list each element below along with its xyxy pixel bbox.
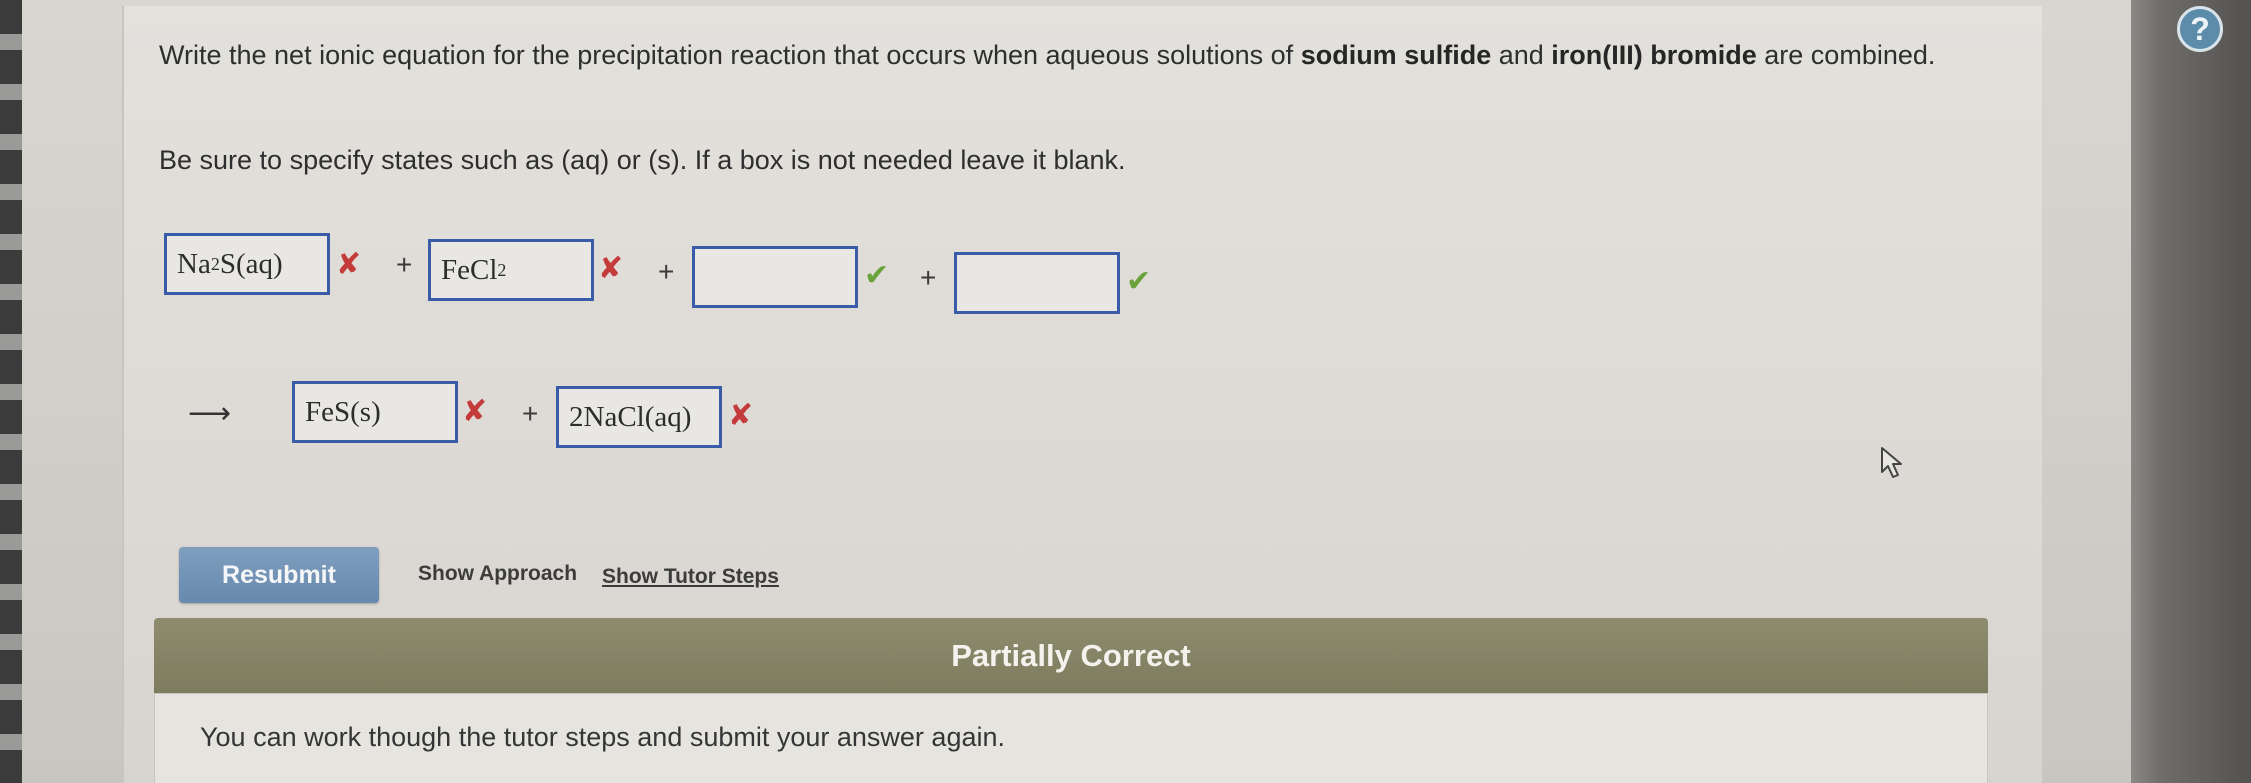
show-tutor-steps-link[interactable]: Show Tutor Steps	[602, 565, 779, 589]
reactant-1: sodium sulfide	[1300, 40, 1492, 70]
answer-box-reactant-2[interactable]: FeCl 2	[428, 239, 594, 301]
box2-main: FeCl	[441, 253, 498, 286]
feedback-panel: You can work though the tutor steps and …	[154, 693, 1988, 783]
question-text-pre: Write the net ionic equation for the pre…	[159, 40, 1301, 70]
question-text-mid: and	[1491, 40, 1552, 70]
plus-sign: +	[522, 398, 539, 429]
question-card: Write the net ionic equation for the pre…	[122, 6, 2042, 783]
screen: Write the net ionic equation for the pre…	[0, 0, 2251, 783]
mouse-cursor-icon	[1881, 447, 1902, 478]
left-rail	[0, 0, 22, 783]
box6-value: 2NaCl(aq)	[569, 400, 692, 433]
show-approach-link[interactable]: Show Approach	[418, 562, 577, 586]
reactant-2: iron(III) bromide	[1551, 40, 1757, 70]
box5-value: FeS(s)	[305, 395, 381, 428]
question-text: Write the net ionic equation for the pre…	[159, 36, 1979, 74]
feedback-title: Partially Correct	[154, 618, 1988, 693]
answer-box-product-1[interactable]: FeS(s)	[292, 381, 458, 443]
box1-rest: S(aq)	[219, 247, 283, 280]
plus-sign: +	[920, 262, 937, 293]
answer-box-product-2[interactable]: 2NaCl(aq)	[556, 386, 722, 448]
help-icon[interactable]: ?	[2177, 6, 2223, 52]
incorrect-icon: ✘	[462, 395, 488, 428]
plus-sign: +	[396, 249, 413, 280]
incorrect-icon: ✘	[728, 399, 754, 432]
answer-box-reactant-1[interactable]: Na 2 S(aq)	[164, 233, 330, 295]
plus-sign: +	[658, 256, 675, 287]
box2-sub: 2	[497, 259, 507, 280]
answer-box-reactant-3[interactable]	[692, 246, 858, 308]
incorrect-icon: ✘	[336, 248, 362, 281]
correct-icon: ✔	[864, 259, 890, 292]
correct-icon: ✔	[1126, 265, 1152, 298]
answer-box-reactant-4[interactable]	[954, 252, 1120, 314]
incorrect-icon: ✘	[598, 252, 624, 285]
box1-main: Na	[177, 247, 211, 280]
question-text-post: are combined.	[1756, 40, 1936, 70]
resubmit-button[interactable]: Resubmit	[179, 547, 379, 603]
box1-sub: 2	[210, 253, 220, 274]
right-panel: ?	[2131, 0, 2251, 783]
feedback-message: You can work though the tutor steps and …	[200, 722, 1005, 752]
instruction-text: Be sure to specify states such as (aq) o…	[159, 145, 1126, 175]
reaction-arrow: ⟶	[188, 397, 232, 430]
